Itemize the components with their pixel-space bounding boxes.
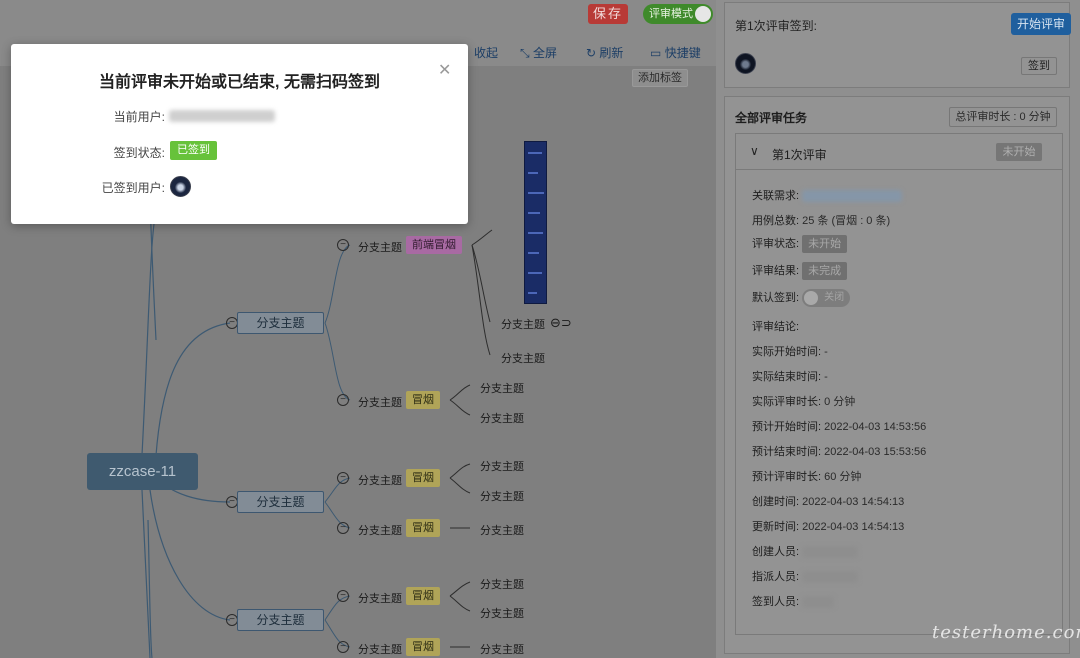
checkin-status-label: 签到状态: <box>113 146 165 160</box>
checkin-card: 第1次评审签到: 开始评审 签到 <box>724 2 1071 88</box>
review-sidebar: 第1次评审签到: 开始评审 签到 全部评审任务 总评审时长 : 0 分钟 ∨ 第… <box>716 0 1080 658</box>
assignee-row: 指派人员: <box>752 568 859 584</box>
topic-node[interactable]: 分支主题 <box>480 576 524 592</box>
review-status-badge: 未开始 <box>802 235 848 254</box>
status-badge: 未开始 <box>996 143 1042 161</box>
topic-node[interactable]: 分支主题 <box>501 350 545 366</box>
review-panel-header[interactable]: ∨ 第1次评审 未开始 <box>736 134 1062 170</box>
collapse-toggle[interactable]: − <box>337 590 349 602</box>
planned-duration-row: 预计评审时长: 60 分钟 <box>752 471 862 483</box>
all-tasks-title: 全部评审任务 <box>735 111 808 125</box>
collapse-toggle[interactable]: − <box>337 394 349 406</box>
checkin-status-tag: 已签到 <box>170 141 217 160</box>
current-user-value <box>169 110 275 122</box>
image-thumbnail[interactable] <box>524 141 547 304</box>
topic-node[interactable]: 分支主题 <box>501 316 545 332</box>
topic-node[interactable]: 分支主题 <box>480 380 524 396</box>
creator-row: 创建人员: <box>752 543 859 559</box>
start-review-button[interactable]: 开始评审 <box>1011 13 1071 35</box>
assignee-name <box>802 571 859 584</box>
signed-users-label: 已签到用户: <box>101 181 165 195</box>
smoke-tag[interactable]: 冒烟 <box>406 519 440 537</box>
case-total-row: 用例总数: 25 条 (冒烟 : 0 条) <box>752 215 891 227</box>
planned-end-row: 预计结束时间: 2022-04-03 15:53:56 <box>752 446 927 458</box>
topic-node[interactable]: 分支主题 <box>480 641 524 657</box>
smoke-tag[interactable]: 冒烟 <box>406 469 440 487</box>
total-duration-badge: 总评审时长 : 0 分钟 <box>949 107 1057 127</box>
branch-node[interactable]: 分支主题 <box>237 312 324 334</box>
branch-node[interactable]: 分支主题 <box>237 609 324 631</box>
dialog-title: 当前评审未开始或已结束, 无需扫码签到 <box>99 74 380 91</box>
topic-node[interactable]: 分支主题 <box>358 641 402 657</box>
close-icon[interactable]: ✕ <box>438 60 451 80</box>
updated-row: 更新时间: 2022-04-03 14:54:13 <box>752 521 905 533</box>
collapse-toggle[interactable]: − <box>337 522 349 534</box>
planned-start-row: 预计开始时间: 2022-04-03 14:53:56 <box>752 421 927 433</box>
watermark: testerhome.com <box>932 622 1080 643</box>
topic-node[interactable]: 分支主题 <box>480 458 524 474</box>
topic-node[interactable]: 分支主题 <box>358 239 402 255</box>
default-checkin-switch[interactable]: 关闭 <box>802 289 851 308</box>
avatar <box>170 176 191 197</box>
actual-end-row: 实际结束时间: - <box>752 371 828 383</box>
smoke-tag[interactable]: 冒烟 <box>406 587 440 605</box>
avatar <box>735 53 756 74</box>
checkin-users-names <box>802 596 835 609</box>
topic-node[interactable]: 分支主题 <box>358 472 402 488</box>
chevron-down-icon[interactable]: ∨ <box>750 144 759 158</box>
created-row: 创建时间: 2022-04-03 14:54:13 <box>752 496 905 508</box>
topic-node[interactable]: 分支主题 <box>480 522 524 538</box>
review-result-row: 评审结果: 未完成 <box>752 262 848 281</box>
review-status-row: 评审状态: 未开始 <box>752 235 848 254</box>
root-node[interactable]: zzcase-11 <box>87 453 198 490</box>
topic-node[interactable]: 分支主题 <box>358 590 402 606</box>
review-result-badge: 未完成 <box>802 262 848 281</box>
checkin-dialog: 当前评审未开始或已结束, 无需扫码签到 ✕ 当前用户: 签到状态: 已签到 已签… <box>11 44 468 224</box>
review-panel: ∨ 第1次评审 未开始 关联需求: 用例总数: 25 条 (冒烟 : 0 条) … <box>735 133 1063 635</box>
topic-node[interactable]: 分支主题 <box>358 394 402 410</box>
checkin-button[interactable]: 签到 <box>1021 57 1057 75</box>
topic-node[interactable]: 分支主题 <box>480 410 524 426</box>
smoke-tag[interactable]: 冒烟 <box>406 391 440 409</box>
current-user-label: 当前用户: <box>113 110 165 124</box>
collapse-toggle[interactable]: − <box>337 239 349 251</box>
review-tasks-card: 全部评审任务 总评审时长 : 0 分钟 ∨ 第1次评审 未开始 关联需求: 用例… <box>724 96 1070 654</box>
topic-node[interactable]: 分支主题 <box>480 605 524 621</box>
checkin-users-row: 签到人员: <box>752 593 835 609</box>
related-req-row: 关联需求: <box>752 187 903 203</box>
frontend-smoke-tag[interactable]: 前端冒烟 <box>406 236 462 254</box>
link-icon[interactable]: ⊖⊃ <box>550 315 572 331</box>
creator-name <box>802 546 859 559</box>
default-checkin-row: 默认签到: 关闭 <box>752 289 851 308</box>
actual-duration-row: 实际评审时长: 0 分钟 <box>752 396 856 408</box>
conclusion-row: 评审结论: <box>752 321 800 333</box>
related-req-link[interactable] <box>802 190 903 203</box>
actual-start-row: 实际开始时间: - <box>752 346 828 358</box>
branch-node[interactable]: 分支主题 <box>237 491 324 513</box>
collapse-toggle[interactable]: − <box>337 472 349 484</box>
collapse-toggle[interactable]: − <box>337 641 349 653</box>
topic-node[interactable]: 分支主题 <box>480 488 524 504</box>
topic-node[interactable]: 分支主题 <box>358 522 402 538</box>
review-title: 第1次评审 <box>772 148 827 162</box>
smoke-tag[interactable]: 冒烟 <box>406 638 440 656</box>
checkin-title: 第1次评审签到: <box>735 19 818 33</box>
